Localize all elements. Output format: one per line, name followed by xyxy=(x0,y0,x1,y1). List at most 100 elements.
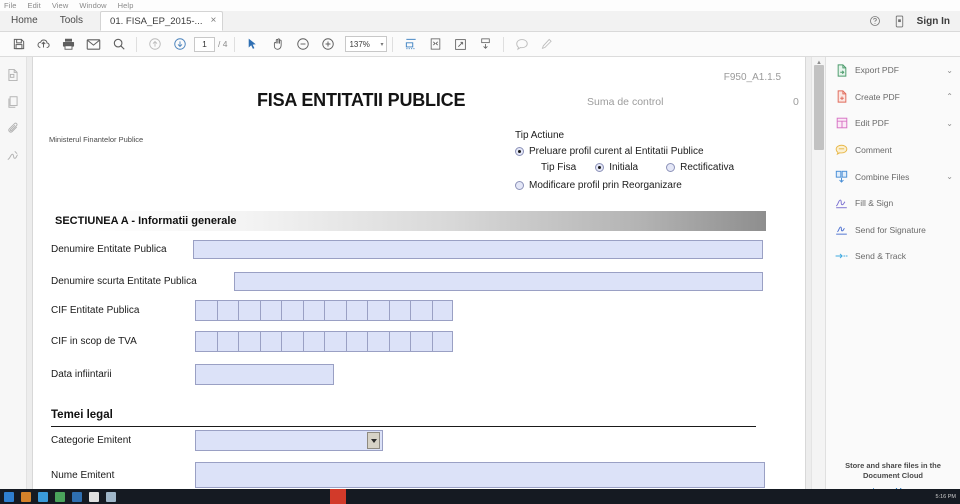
sign-in-button[interactable]: Sign In xyxy=(917,16,950,27)
taskbar-icon-1[interactable] xyxy=(4,491,14,502)
cif-cell[interactable] xyxy=(281,300,303,321)
cif-tva-label: CIF in scop de TVA xyxy=(51,336,137,347)
tab-home[interactable]: Home xyxy=(0,11,49,31)
zoom-in-icon[interactable] xyxy=(315,33,340,56)
cif-cell[interactable] xyxy=(410,331,432,352)
cif-cell[interactable] xyxy=(345,300,367,321)
help-circle-icon[interactable] xyxy=(869,15,882,28)
zoom-level-select[interactable]: 137% ▾ xyxy=(345,36,388,52)
chevron-down-icon[interactable]: ⌄ xyxy=(946,172,953,181)
tab-document[interactable]: 01. FISA_EP_2015-... × xyxy=(100,11,224,31)
taskbar-icon-5[interactable] xyxy=(72,491,82,502)
close-icon[interactable]: × xyxy=(210,16,216,26)
denumire-scurta-input[interactable] xyxy=(234,272,763,291)
arrow-down-circle-icon[interactable] xyxy=(167,33,192,56)
chevron-down-icon[interactable]: ⌄ xyxy=(946,119,953,128)
cif-cell[interactable] xyxy=(367,331,389,352)
cif-cell[interactable] xyxy=(324,300,346,321)
section-a-title: SECTIUNEA A - Informatii generale xyxy=(55,215,237,227)
menu-item-help[interactable]: Help xyxy=(118,0,134,11)
arrow-up-circle-icon[interactable] xyxy=(142,33,167,56)
cif-cell[interactable] xyxy=(388,300,410,321)
taskbar-icon-4[interactable] xyxy=(55,491,65,502)
radio-option-preluare[interactable]: Preluare profil curent al Entitatii Publ… xyxy=(515,146,734,157)
cif-cell[interactable] xyxy=(259,300,281,321)
radio-modificare-icon[interactable] xyxy=(515,181,524,190)
tool-send-for-signature[interactable]: Send for Signature xyxy=(826,217,960,244)
cif-cell[interactable] xyxy=(216,300,238,321)
taskbar-icon-2[interactable] xyxy=(21,491,31,502)
document-scrollbar[interactable]: ▲ ▼ xyxy=(811,57,825,504)
mobile-device-icon[interactable] xyxy=(893,15,906,28)
menu-item-window[interactable]: Window xyxy=(79,0,106,11)
comment-bubble-icon[interactable] xyxy=(509,33,534,56)
cursor-select-icon[interactable] xyxy=(240,33,265,56)
page-thumbnails-icon[interactable] xyxy=(6,67,21,82)
taskbar-icon-6[interactable] xyxy=(89,491,99,502)
radio-rectificativa-icon[interactable] xyxy=(666,163,676,172)
menu-item-file[interactable]: File xyxy=(4,0,17,11)
search-icon[interactable] xyxy=(106,33,131,56)
cif-cell[interactable] xyxy=(238,331,260,352)
zoom-out-icon[interactable] xyxy=(290,33,315,56)
taskbar-icon-3[interactable] xyxy=(38,491,48,502)
menu-item-view[interactable]: View xyxy=(52,0,69,11)
cif-entitate-cells[interactable] xyxy=(195,300,453,321)
denumire-entitate-input[interactable] xyxy=(193,240,763,259)
cif-cell[interactable] xyxy=(345,331,367,352)
tool-comment[interactable]: Comment xyxy=(826,137,960,164)
pages-copy-icon[interactable] xyxy=(6,94,21,109)
fit-width-icon[interactable] xyxy=(398,33,423,56)
save-icon[interactable] xyxy=(6,33,31,56)
chevron-down-icon[interactable] xyxy=(367,432,380,449)
tool-fill-sign[interactable]: Fill & Sign xyxy=(826,190,960,217)
cif-cell[interactable] xyxy=(259,331,281,352)
cif-cell[interactable] xyxy=(302,331,324,352)
cif-cell[interactable] xyxy=(431,300,453,321)
cif-cell[interactable] xyxy=(431,331,453,352)
cif-cell[interactable] xyxy=(281,331,303,352)
send-for-signature-icon xyxy=(835,223,848,236)
fit-page-icon[interactable] xyxy=(423,33,448,56)
radio-initiala-icon[interactable] xyxy=(595,163,605,172)
cif-cell[interactable] xyxy=(410,300,432,321)
cif-cell[interactable] xyxy=(367,300,389,321)
taskbar-active-app[interactable] xyxy=(330,489,346,504)
cif-cell[interactable] xyxy=(195,331,217,352)
signature-icon[interactable] xyxy=(6,148,21,163)
radio-option-modificare[interactable]: Modificare profil prin Reorganizare xyxy=(515,180,734,191)
document-viewport[interactable]: F950_A1.1.5 FISA ENTITATII PUBLICE Suma … xyxy=(27,57,825,504)
data-infiintarii-input[interactable] xyxy=(195,364,334,385)
tool-export-pdf[interactable]: Export PDF ⌄ xyxy=(826,57,960,84)
page-number-input[interactable]: 1 xyxy=(194,36,215,52)
radio-initiala-label: Initiala xyxy=(609,162,639,173)
cif-tva-cells[interactable] xyxy=(195,331,453,352)
nume-emitent-input[interactable] xyxy=(195,462,765,488)
cif-cell[interactable] xyxy=(388,331,410,352)
cif-cell[interactable] xyxy=(302,300,324,321)
tool-send-track[interactable]: Send & Track xyxy=(826,243,960,270)
tab-tools[interactable]: Tools xyxy=(49,11,94,31)
highlight-pen-icon[interactable] xyxy=(534,33,559,56)
scrollbar-thumb[interactable] xyxy=(814,65,824,150)
chevron-down-icon[interactable]: ⌄ xyxy=(946,66,953,75)
tool-edit-pdf[interactable]: Edit PDF ⌄ xyxy=(826,110,960,137)
hand-pan-icon[interactable] xyxy=(265,33,290,56)
taskbar-icon-7[interactable] xyxy=(106,491,116,502)
categorie-emitent-select[interactable] xyxy=(195,430,383,451)
paperclip-attachment-icon[interactable] xyxy=(6,121,21,136)
print-icon[interactable] xyxy=(56,33,81,56)
cif-cell[interactable] xyxy=(324,331,346,352)
radio-preluare-icon[interactable] xyxy=(515,147,524,156)
chevron-up-icon[interactable]: ⌃ xyxy=(946,92,953,101)
menu-item-edit[interactable]: Edit xyxy=(28,0,41,11)
cloud-upload-icon[interactable] xyxy=(31,33,56,56)
tool-create-pdf[interactable]: Create PDF ⌃ xyxy=(826,84,960,111)
fullscreen-icon[interactable] xyxy=(448,33,473,56)
cif-cell[interactable] xyxy=(216,331,238,352)
tool-combine-files[interactable]: Combine Files ⌄ xyxy=(826,163,960,190)
email-icon[interactable] xyxy=(81,33,106,56)
cif-cell[interactable] xyxy=(238,300,260,321)
scroll-mode-icon[interactable] xyxy=(473,33,498,56)
cif-cell[interactable] xyxy=(195,300,217,321)
